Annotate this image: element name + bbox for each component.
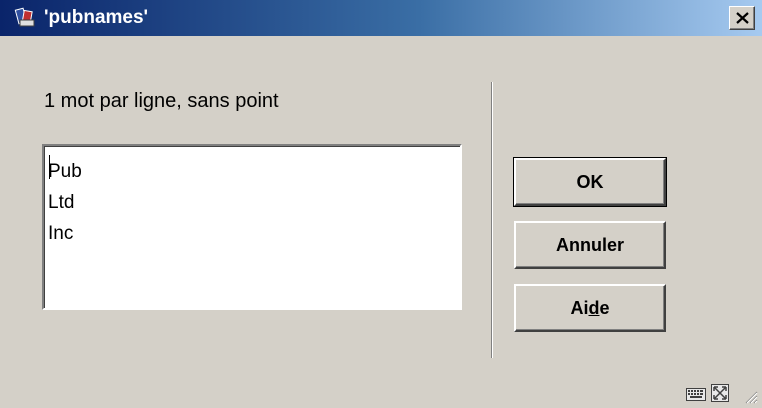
close-button[interactable] [729,6,755,30]
help-label-mnemonic: d [588,297,600,318]
ok-button-label: OK [576,171,604,192]
cancel-button-label: Annuler [555,234,624,255]
title-bar[interactable]: 'pubnames' [0,0,762,36]
cancel-button[interactable]: Annuler [514,221,666,269]
close-icon [736,12,749,24]
textarea-line: Pub [48,161,82,182]
textarea-line: Ltd [48,192,75,213]
keyboard-icon[interactable] [686,386,706,402]
vertical-divider [491,82,493,358]
textarea-line: Inc [48,223,74,244]
instruction-label: 1 mot par ligne, sans point [44,90,279,112]
expand-icon[interactable] [711,384,729,402]
ok-button[interactable]: OK [513,157,667,207]
help-button[interactable]: Aide [514,284,666,332]
help-label-prefix: Ai [570,297,589,318]
window-title: 'pubnames' [44,7,149,28]
help-button-label: Aide [570,298,609,319]
resize-grip-icon[interactable] [744,390,758,404]
words-textarea[interactable]: Pub Ltd Inc [42,144,462,310]
dialog-window: 'pubnames' 1 mot par ligne, sans point P… [0,0,762,408]
help-label-suffix: e [599,297,610,318]
books-icon [14,7,35,27]
text-caret [49,155,50,179]
